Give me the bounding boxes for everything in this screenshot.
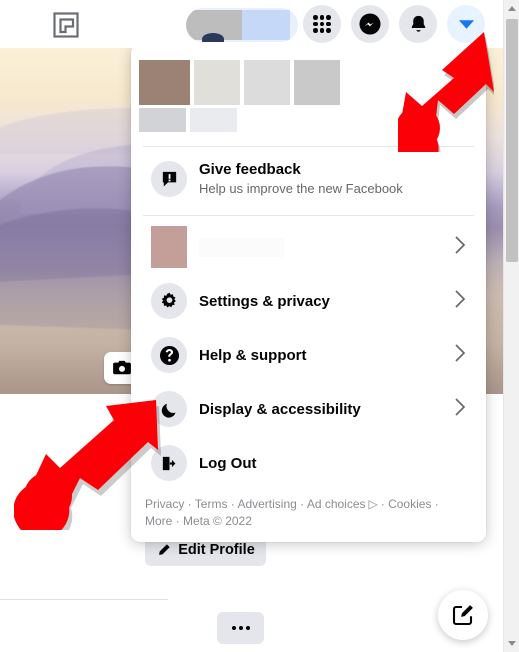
chevron-right-icon <box>454 289 466 314</box>
adchoices-icon: ▷ <box>368 497 378 511</box>
redaction-block <box>244 60 290 105</box>
grid-icon <box>313 15 331 33</box>
edit-profile-label: Edit Profile <box>178 542 255 558</box>
footer-line-1[interactable]: Privacy · Terms · Advertising · Ad choic… <box>145 497 366 511</box>
chevron-right-icon <box>454 235 466 260</box>
pencil-icon <box>159 543 170 555</box>
menu-divider <box>143 146 474 147</box>
compose-icon <box>452 605 473 626</box>
gear-icon <box>151 283 187 319</box>
redaction-block <box>242 10 290 40</box>
browser-scrollbar[interactable] <box>503 0 519 652</box>
menu-profile-header-redacted[interactable] <box>131 52 486 138</box>
chevron-right-icon <box>454 343 466 368</box>
redaction-block <box>190 108 237 132</box>
browser-viewport: Edit Profile Give feedback Help us impro… <box>0 0 519 652</box>
scrollbar-down-arrow[interactable] <box>504 635 519 652</box>
menu-item-display-accessibility[interactable]: Display & accessibility <box>139 382 478 436</box>
menu-divider <box>143 215 474 216</box>
compose-fab-button[interactable] <box>438 590 488 640</box>
top-navigation-bar <box>0 0 503 48</box>
redaction-block <box>151 226 187 268</box>
menu-item-help-support[interactable]: Help & support <box>139 328 478 382</box>
redaction-block <box>202 33 224 42</box>
messenger-button[interactable] <box>351 5 389 43</box>
redacted-avatar <box>151 226 187 268</box>
logout-icon <box>151 445 187 481</box>
footer-line-2[interactable]: More · Meta © 2022 <box>145 513 472 530</box>
bell-icon <box>411 15 425 32</box>
notifications-button[interactable] <box>399 5 437 43</box>
menu-footer-links: Privacy · Terms · Advertising · Ad choic… <box>131 490 486 542</box>
scrollbar-up-arrow[interactable] <box>504 0 519 17</box>
give-feedback-subtitle: Help us improve the new Facebook <box>199 181 403 196</box>
menu-grid-button[interactable] <box>303 5 341 43</box>
chevron-down-icon <box>458 20 474 29</box>
menu-item-give-feedback[interactable]: Give feedback Help us improve the new Fa… <box>139 151 478 207</box>
redaction-block <box>139 108 186 132</box>
feedback-bubble-icon <box>151 161 187 197</box>
profile-chip-redacted[interactable] <box>186 8 298 42</box>
scrollbar-thumb[interactable] <box>506 19 518 262</box>
menu-item-redacted-account[interactable] <box>139 220 478 274</box>
settings-privacy-label: Settings & privacy <box>199 292 330 310</box>
footer-line-1b[interactable]: · Cookies · <box>381 497 439 511</box>
menu-item-log-out[interactable]: Log Out <box>139 436 478 490</box>
camera-icon <box>113 360 131 375</box>
profile-divider <box>0 599 168 600</box>
logo-mark-icon[interactable] <box>52 11 80 39</box>
redaction-block <box>199 237 284 257</box>
messenger-icon <box>359 13 381 35</box>
chevron-right-icon <box>454 397 466 422</box>
account-dropdown-menu: Give feedback Help us improve the new Fa… <box>131 44 486 542</box>
redaction-block <box>294 60 340 105</box>
redaction-block <box>139 60 190 105</box>
dot-3 <box>245 626 250 630</box>
dot-1 <box>231 626 236 630</box>
give-feedback-title: Give feedback <box>199 161 301 178</box>
question-mark-icon <box>151 337 187 373</box>
dot-2 <box>238 626 243 630</box>
menu-item-settings-privacy[interactable]: Settings & privacy <box>139 274 478 328</box>
more-options-button[interactable] <box>217 612 264 644</box>
log-out-label: Log Out <box>199 454 257 472</box>
redaction-block <box>194 60 240 105</box>
account-dropdown-button[interactable] <box>447 5 485 43</box>
display-accessibility-label: Display & accessibility <box>199 400 361 418</box>
help-support-label: Help & support <box>199 346 307 364</box>
moon-icon <box>151 391 187 427</box>
